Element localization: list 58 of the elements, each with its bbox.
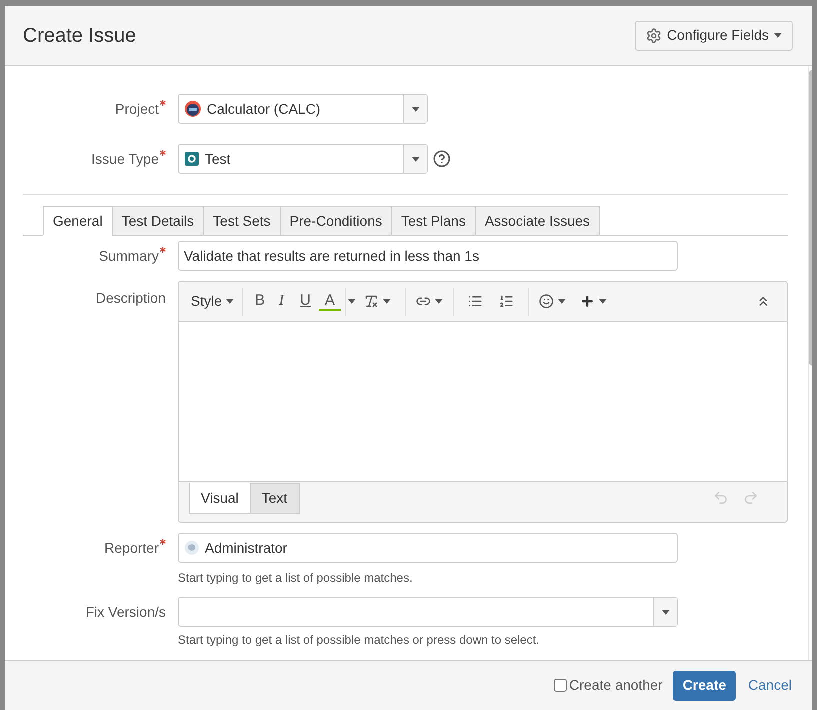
field-label: Description xyxy=(96,289,166,308)
cancel-link[interactable]: Cancel xyxy=(746,675,794,696)
select-value: Test xyxy=(205,150,231,168)
smiley-icon xyxy=(539,294,554,309)
dialog-title: Create Issue xyxy=(23,24,136,48)
configure-fields-button[interactable]: Configure Fields xyxy=(635,20,793,50)
dropdown-button[interactable] xyxy=(653,598,677,626)
bold-button[interactable]: B xyxy=(249,290,272,313)
field-hint: Start typing to get a list of possible matches. xyxy=(178,570,414,587)
caret-icon xyxy=(558,299,566,304)
numbered-list-icon xyxy=(499,294,514,309)
test-type-icon xyxy=(185,152,199,166)
bullet-list-icon xyxy=(468,294,483,309)
create-another-checkbox[interactable] xyxy=(554,679,568,692)
caret-icon xyxy=(383,299,391,304)
reporter-value: Administrator xyxy=(205,538,288,558)
caret-icon xyxy=(226,299,234,304)
checkbox-label: Create another xyxy=(569,676,663,695)
tab[interactable]: Test Sets xyxy=(203,206,281,236)
tab[interactable]: Test Plans xyxy=(391,206,476,236)
italic-button[interactable]: I xyxy=(271,290,292,313)
text-color-button[interactable]: A xyxy=(318,292,341,310)
tab[interactable]: Test Details xyxy=(112,206,204,236)
tab[interactable]: General xyxy=(43,206,113,236)
settings-icon xyxy=(646,28,662,44)
editor-tab[interactable]: Visual xyxy=(189,483,251,514)
caret-icon xyxy=(348,299,356,304)
project-avatar-icon xyxy=(185,101,201,117)
reporter-field[interactable]: Administrator xyxy=(178,533,678,563)
help-icon[interactable] xyxy=(433,150,451,168)
caret-icon xyxy=(435,299,443,304)
field-label: Fix Version/s xyxy=(86,602,166,622)
underline-button[interactable]: U xyxy=(292,290,319,313)
select-field[interactable]: Test xyxy=(178,144,428,174)
tab[interactable]: Pre-Conditions xyxy=(280,206,392,236)
caret-icon xyxy=(774,33,782,38)
tab[interactable]: Associate Issues xyxy=(474,206,600,236)
field-label: Summary xyxy=(99,246,159,266)
field-label: Issue Type xyxy=(92,150,159,169)
caret-icon xyxy=(662,610,670,614)
caret-icon xyxy=(412,106,420,112)
field-label: Reporter xyxy=(104,538,159,558)
style-dropdown[interactable]: Style xyxy=(189,291,236,312)
caret-icon xyxy=(412,156,420,162)
select-field[interactable]: Calculator (CALC) xyxy=(178,94,428,124)
select-value: Calculator (CALC) xyxy=(207,100,321,119)
dropdown-button[interactable] xyxy=(403,95,427,123)
dropdown-button[interactable] xyxy=(403,145,427,173)
create-button[interactable]: Create xyxy=(672,670,736,700)
editor-tab[interactable]: Text xyxy=(250,483,300,514)
field-label: Project xyxy=(115,100,159,119)
field-hint: Start typing to get a list of possible matches or press down to select. xyxy=(178,632,541,649)
user-avatar-icon xyxy=(185,541,199,555)
caret-icon xyxy=(599,299,607,304)
clear-format-icon xyxy=(364,294,379,309)
select-field[interactable] xyxy=(178,597,678,627)
summary-field[interactable]: Validate that results are returned in less than 1s xyxy=(178,241,678,271)
plus-icon xyxy=(580,294,595,309)
